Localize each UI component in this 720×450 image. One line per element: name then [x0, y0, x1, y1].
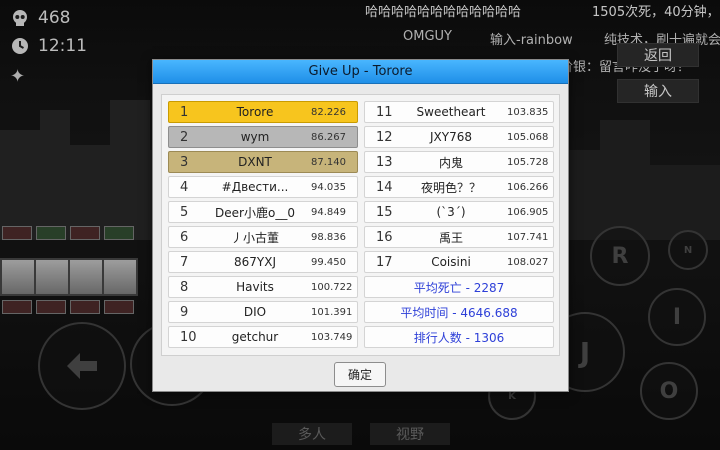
- dialog-title: Give Up - Torore: [153, 60, 568, 84]
- player-score: 107.741: [507, 231, 549, 243]
- player-score: 94.035: [311, 181, 346, 193]
- rank-number: 1: [180, 104, 189, 120]
- player-name: DIO: [243, 305, 267, 319]
- player-name: 丿小古董: [230, 230, 279, 245]
- player-name: #Двести...: [221, 180, 289, 194]
- player-name: Sweetheart: [416, 105, 486, 119]
- rank-number: 16: [376, 229, 393, 245]
- player-score: 86.267: [311, 131, 346, 143]
- player-score: 94.849: [311, 206, 346, 218]
- leaderboard-row: 12 JXY768 105.068: [364, 126, 554, 148]
- player-name: 内鬼: [438, 155, 463, 170]
- player-name: Torore: [236, 105, 274, 119]
- leaderboard-row: 17 Coisini 108.027: [364, 251, 554, 273]
- player-score: 99.450: [311, 256, 346, 268]
- rank-number: 6: [180, 229, 189, 245]
- rank-number: 11: [376, 104, 393, 120]
- rank-number: 14: [376, 179, 393, 195]
- player-score: 108.027: [507, 256, 549, 268]
- rank-number: 2: [180, 129, 189, 145]
- leaderboard-row: 16 禹王 107.741: [364, 226, 554, 248]
- leaderboard-column-left: 1 Torore 82.226 2 wym 86.267 3 DXNT 87.1…: [168, 101, 358, 351]
- player-score: 106.905: [507, 206, 549, 218]
- player-name: 夜明色？？: [420, 180, 481, 195]
- player-name: getchur: [231, 330, 279, 344]
- rank-number: 8: [180, 279, 189, 295]
- player-score: 105.068: [507, 131, 549, 143]
- rank-number: 15: [376, 204, 393, 220]
- rank-number: 7: [180, 254, 189, 270]
- player-score: 98.836: [311, 231, 346, 243]
- rank-number: 4: [180, 179, 189, 195]
- confirm-button[interactable]: 确定: [334, 362, 386, 387]
- rank-number: 3: [180, 154, 189, 170]
- player-name: DXNT: [238, 155, 272, 169]
- player-name: (`3´): [436, 205, 466, 219]
- player-score: 103.835: [507, 106, 549, 118]
- player-score: 82.226: [311, 106, 346, 118]
- rank-number: 13: [376, 154, 393, 170]
- average-deaths-stat: 平均死亡 - 2287: [364, 276, 554, 298]
- rank-number: 9: [180, 304, 189, 320]
- player-name: 867YXJ: [234, 255, 276, 269]
- player-score: 101.391: [311, 306, 353, 318]
- leaderboard-column-right: 11 Sweetheart 103.835 12 JXY768 105.068 …: [364, 101, 554, 351]
- player-name: 禹王: [438, 230, 463, 245]
- player-name: Havits: [236, 280, 274, 294]
- player-score: 105.728: [507, 156, 549, 168]
- ranked-count-stat: 排行人数 - 1306: [364, 326, 554, 348]
- rank-number: 17: [376, 254, 393, 270]
- leaderboard-row: 7 867YXJ 99.450: [168, 251, 358, 273]
- leaderboard-row: 10 getchur 103.749: [168, 326, 358, 348]
- rank-number: 10: [180, 329, 197, 345]
- leaderboard: 1 Torore 82.226 2 wym 86.267 3 DXNT 87.1…: [161, 94, 560, 356]
- rank-number: 5: [180, 204, 189, 220]
- player-name: wym: [240, 130, 270, 144]
- player-score: 87.140: [311, 156, 346, 168]
- leaderboard-row: 9 DIO 101.391: [168, 301, 358, 323]
- leaderboard-row: 5 Deer小鹿o__0 94.849: [168, 201, 358, 223]
- player-name: JXY768: [430, 130, 472, 144]
- player-name: Deer小鹿o__0: [215, 205, 295, 220]
- average-time-stat: 平均时间 - 4646.688: [364, 301, 554, 323]
- leaderboard-row: 8 Havits 100.722: [168, 276, 358, 298]
- leaderboard-dialog: Give Up - Torore 1 Torore 82.226 2 wym 8…: [152, 59, 569, 392]
- leaderboard-row-gold: 1 Torore 82.226: [168, 101, 358, 123]
- leaderboard-row: 4 #Двести... 94.035: [168, 176, 358, 198]
- leaderboard-row-silver: 2 wym 86.267: [168, 126, 358, 148]
- player-name: Coisini: [431, 255, 471, 269]
- leaderboard-row: 15 (`3´) 106.905: [364, 201, 554, 223]
- leaderboard-row: 14 夜明色？？ 106.266: [364, 176, 554, 198]
- leaderboard-row: 6 丿小古董 98.836: [168, 226, 358, 248]
- rank-number: 12: [376, 129, 393, 145]
- player-score: 103.749: [311, 331, 353, 343]
- player-score: 106.266: [507, 181, 549, 193]
- leaderboard-row: 11 Sweetheart 103.835: [364, 101, 554, 123]
- player-score: 100.722: [311, 281, 353, 293]
- leaderboard-row: 13 内鬼 105.728: [364, 151, 554, 173]
- leaderboard-row-bronze: 3 DXNT 87.140: [168, 151, 358, 173]
